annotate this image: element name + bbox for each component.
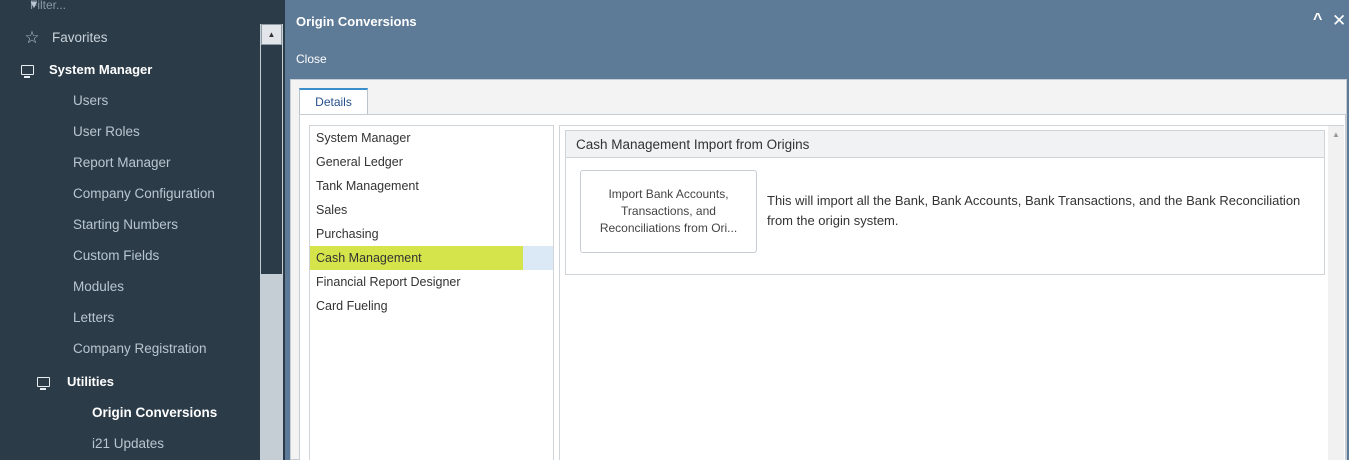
list-item[interactable]: System Manager xyxy=(310,126,553,150)
nav-item-i21-updates[interactable]: i21 Updates xyxy=(0,428,260,459)
nav-item-report-manager[interactable]: Report Manager xyxy=(0,147,260,178)
filter-input[interactable]: ▼ Filter... xyxy=(0,0,260,14)
list-item[interactable]: Card Fueling xyxy=(310,294,553,318)
nav-group-utilities[interactable]: Utilities xyxy=(0,366,260,397)
nav-item-custom-fields[interactable]: Custom Fields xyxy=(0,240,260,271)
nav-item-label: Report Manager xyxy=(73,155,171,170)
module-list: System Manager General Ledger Tank Manag… xyxy=(309,125,554,460)
navigation-menu: ▼ Filter... ☆ Favorites System Manager U… xyxy=(0,0,260,460)
list-item-label: System Manager xyxy=(316,131,411,145)
list-item[interactable]: Financial Report Designer xyxy=(310,270,553,294)
import-bank-accounts-button[interactable]: Import Bank Accounts, Transactions, and … xyxy=(580,170,757,253)
list-item[interactable]: Tank Management xyxy=(310,174,553,198)
window-title: Origin Conversions xyxy=(296,14,417,29)
nav-group-label: Utilities xyxy=(67,374,114,389)
nav-item-label: i21 Updates xyxy=(92,436,165,451)
list-item[interactable]: Purchasing xyxy=(310,222,553,246)
origin-conversions-window: Origin Conversions ^ ✕ Close Details Sys… xyxy=(288,0,1349,460)
tab-content: System Manager General Ledger Tank Manag… xyxy=(299,114,1346,460)
star-icon: ☆ xyxy=(24,27,40,47)
collapse-icon[interactable]: ^ xyxy=(1313,11,1322,29)
close-button[interactable]: Close xyxy=(296,52,327,66)
import-description: This will import all the Bank, Bank Acco… xyxy=(767,193,1301,228)
nav-item-label: Origin Conversions xyxy=(92,405,218,420)
list-item-label: General Ledger xyxy=(316,155,403,169)
nav-item-label: Users xyxy=(73,93,109,108)
nav-item-label: Starting Numbers xyxy=(73,217,179,232)
nav-item-starting-numbers[interactable]: Starting Numbers xyxy=(0,209,260,240)
monitor-icon xyxy=(35,376,51,390)
list-item-selected[interactable]: Cash Management xyxy=(310,246,553,270)
nav-scrollbar[interactable]: ▲ xyxy=(260,24,283,460)
import-group: Cash Management Import from Origins Impo… xyxy=(565,130,1325,275)
scrollbar-thumb[interactable] xyxy=(261,45,282,274)
nav-item-label: Custom Fields xyxy=(73,248,160,263)
filter-icon: ▼ xyxy=(28,0,40,11)
nav-favorites-label: Favorites xyxy=(52,30,108,45)
group-title: Cash Management Import from Origins xyxy=(566,131,1324,158)
nav-item-letters[interactable]: Letters xyxy=(0,302,260,333)
nav-item-label: Company Configuration xyxy=(73,186,215,201)
nav-item-label: User Roles xyxy=(73,124,140,139)
list-item-label: Cash Management xyxy=(316,251,422,265)
nav-favorites[interactable]: ☆ Favorites xyxy=(0,22,260,53)
detail-panel: Cash Management Import from Origins Impo… xyxy=(559,125,1344,460)
scroll-up-icon[interactable]: ▲ xyxy=(1332,130,1340,139)
nav-item-company-registration[interactable]: Company Registration xyxy=(0,333,260,364)
monitor-icon xyxy=(19,64,35,78)
detail-scrollbar[interactable]: ▲ xyxy=(1328,126,1344,460)
nav-item-modules[interactable]: Modules xyxy=(0,271,260,302)
list-item[interactable]: General Ledger xyxy=(310,150,553,174)
nav-item-label: Letters xyxy=(73,310,115,325)
nav-item-user-roles[interactable]: User Roles xyxy=(0,116,260,147)
list-item-label: Tank Management xyxy=(316,179,419,193)
list-item-label: Financial Report Designer xyxy=(316,275,461,289)
nav-group-system-manager[interactable]: System Manager xyxy=(0,54,260,85)
navigation-panel: ▼ Filter... ☆ Favorites System Manager U… xyxy=(0,0,285,460)
window-body: Details System Manager General Ledger Ta… xyxy=(290,79,1347,460)
close-icon[interactable]: ✕ xyxy=(1332,11,1346,31)
list-item-label: Card Fueling xyxy=(316,299,388,313)
list-item[interactable]: Sales xyxy=(310,198,553,222)
tab-details[interactable]: Details xyxy=(299,88,368,114)
nav-item-label: Modules xyxy=(73,279,125,294)
list-item-label: Sales xyxy=(316,203,348,217)
nav-item-users[interactable]: Users xyxy=(0,85,260,116)
list-item-label: Purchasing xyxy=(316,227,379,241)
nav-item-origin-conversions[interactable]: Origin Conversions xyxy=(0,397,260,428)
nav-group-label: System Manager xyxy=(49,62,153,77)
nav-item-company-configuration[interactable]: Company Configuration xyxy=(0,178,260,209)
nav-item-label: Company Registration xyxy=(73,341,207,356)
scroll-up-icon[interactable]: ▲ xyxy=(261,24,282,45)
